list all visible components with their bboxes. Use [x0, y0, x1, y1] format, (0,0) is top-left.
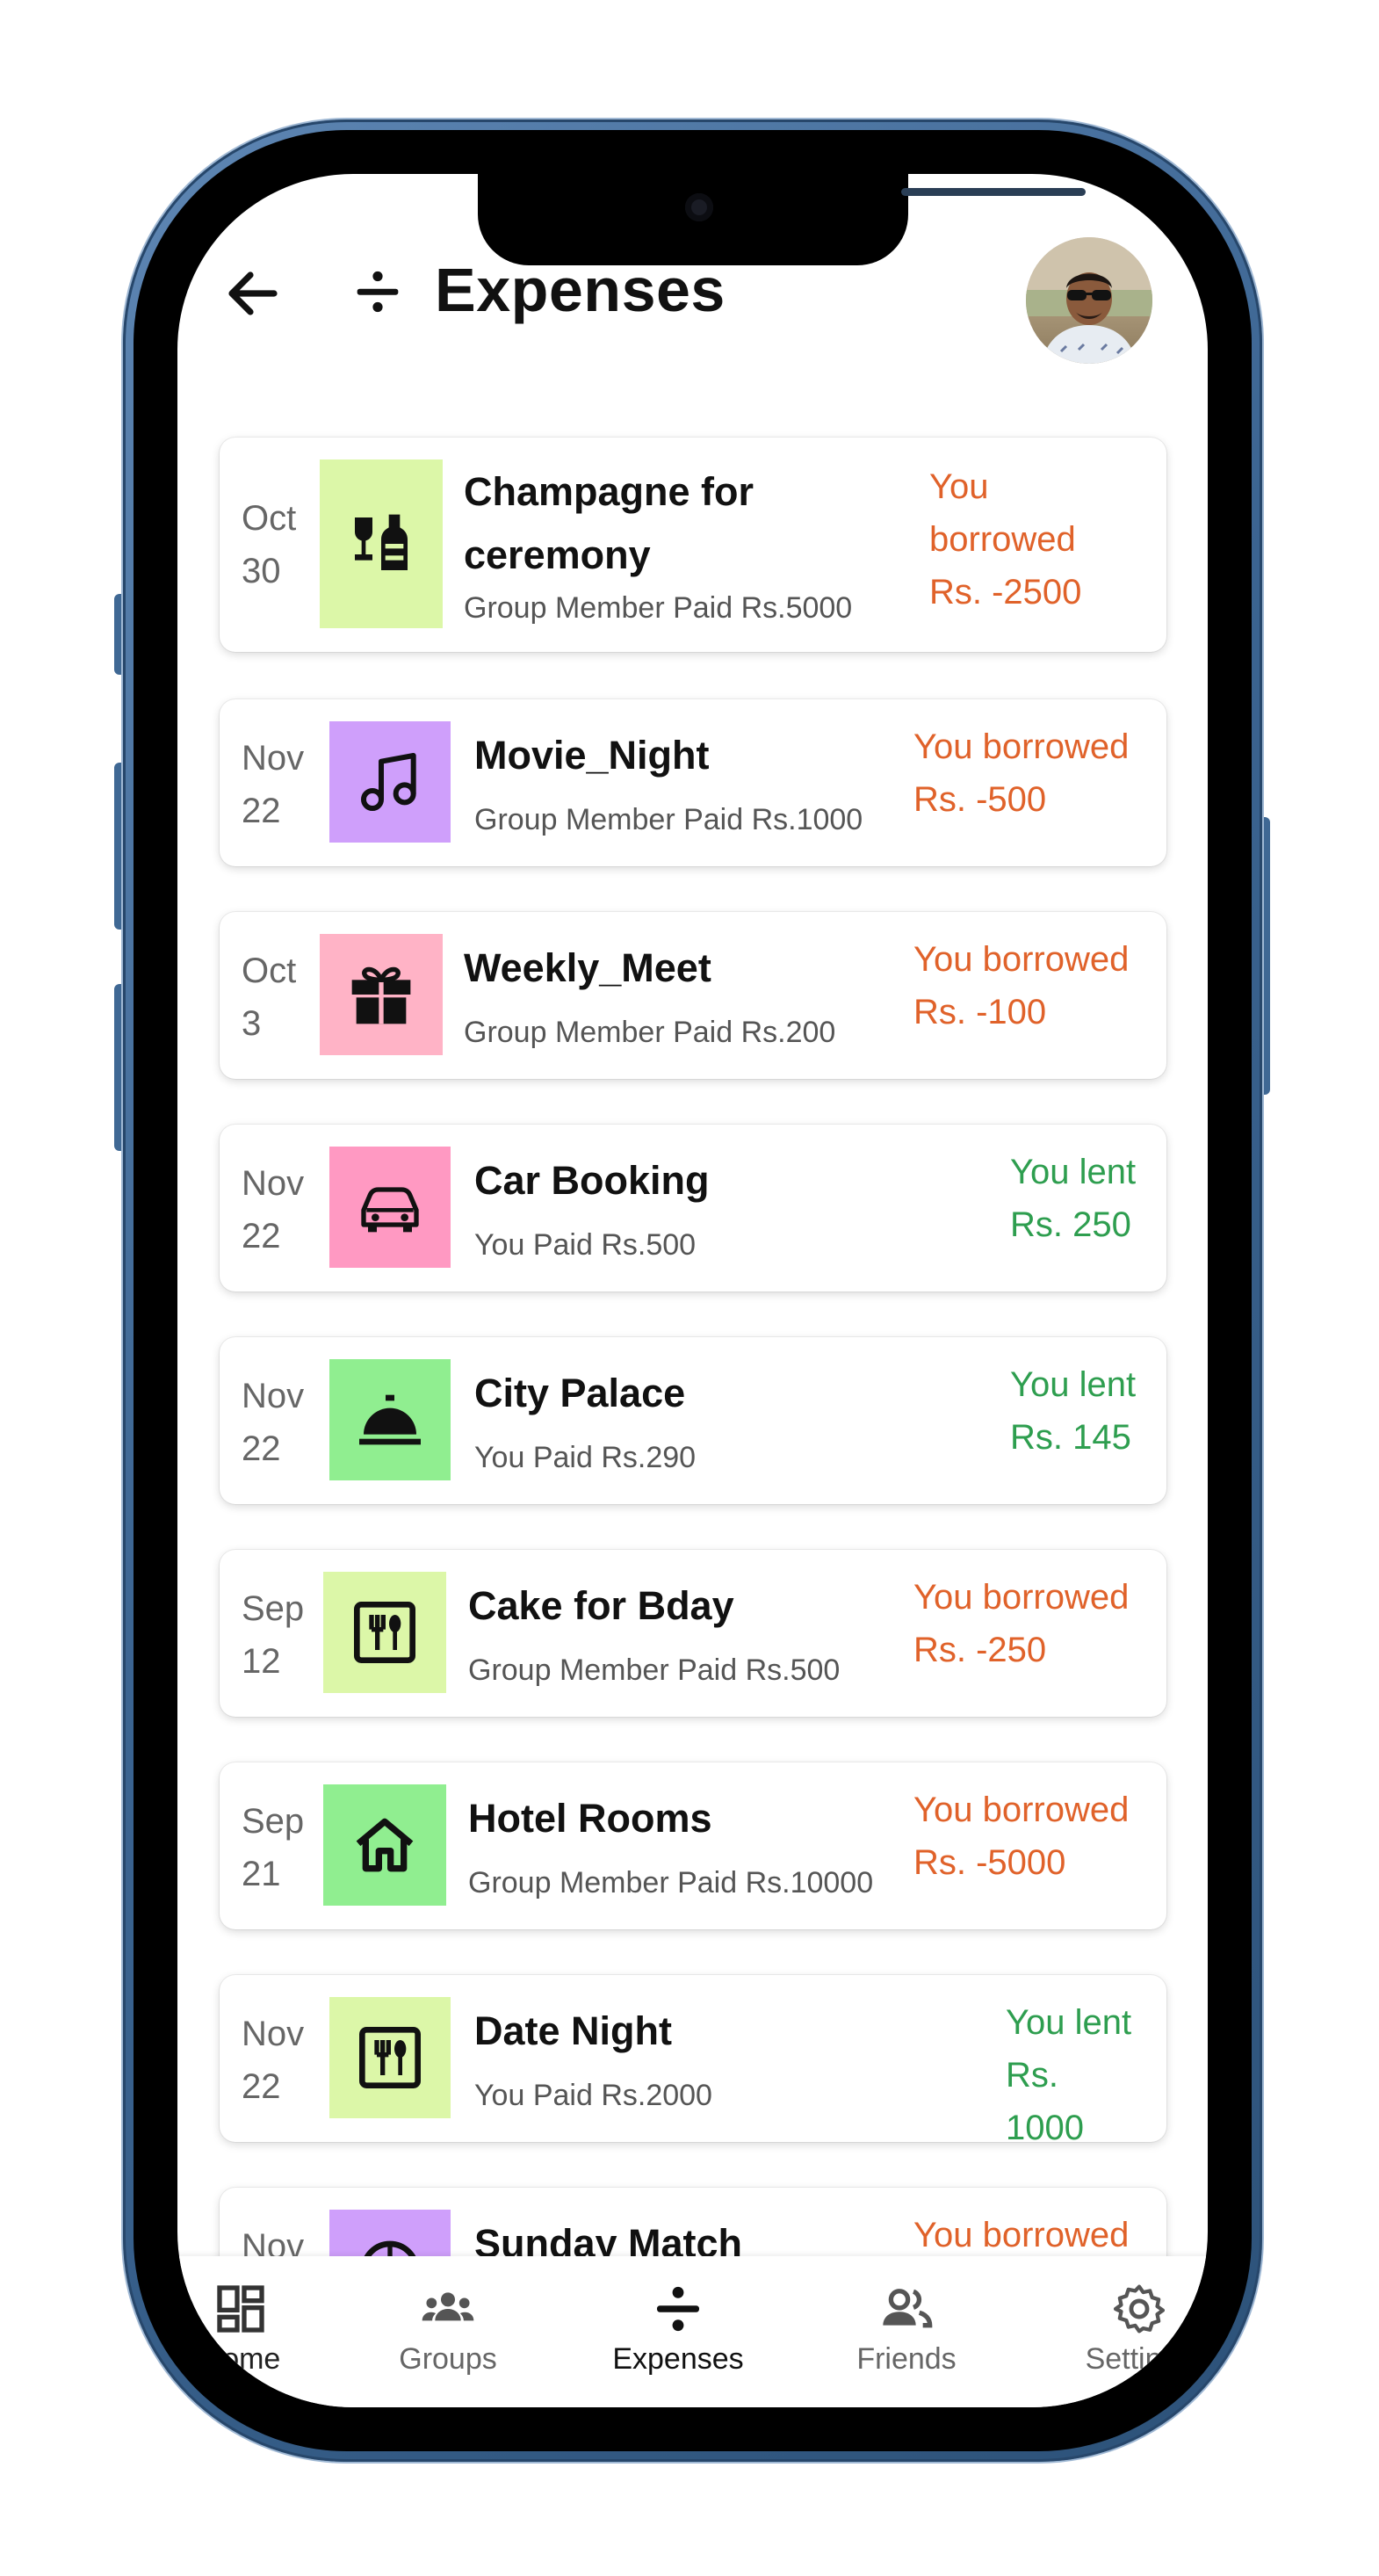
speaker-grille — [901, 188, 1086, 196]
gift-icon — [351, 966, 411, 1024]
expense-date: Nov 22 — [242, 1164, 305, 1255]
groups-icon — [422, 2292, 474, 2321]
restaurant-icon — [354, 1602, 415, 1663]
nav-label: Expenses — [612, 2342, 744, 2376]
expense-paid-by: Group Member Paid Rs.10000 — [468, 1866, 874, 1899]
expense-category-tile — [323, 1784, 446, 1906]
expense-category-tile — [320, 459, 443, 628]
expense-category-tile — [329, 1359, 451, 1480]
expense-paid-by: Group Member Paid Rs.500 — [468, 1653, 841, 1687]
expense-card[interactable]: Nov 22 Car Booking You Paid Rs.500 You l… — [220, 1125, 1166, 1292]
music-note-icon — [361, 753, 416, 811]
expense-balance: You borrowed Rs. -5000 — [913, 1791, 1130, 1882]
expense-name: Cake for Bday — [468, 1583, 734, 1628]
divide-icon — [657, 2286, 699, 2332]
expense-paid-by: You Paid Rs.2000 — [474, 2079, 712, 2112]
expense-name: Champagne for ceremony — [464, 469, 754, 577]
expense-card[interactable]: Sep 12 Cake for Bday Group Member Paid R… — [220, 1550, 1166, 1717]
nav-label: Home — [200, 2342, 281, 2376]
expense-balance: You borrowed Rs. -250 — [913, 1578, 1130, 1669]
expense-paid-by: Group Member Paid Rs.200 — [464, 1016, 836, 1049]
expense-name: Hotel Rooms — [468, 1796, 712, 1841]
expense-date: Nov 22 — [242, 2015, 305, 2106]
nav-expenses[interactable]: Expenses — [608, 2281, 748, 2377]
expense-name: Date Night — [474, 2008, 672, 2053]
friends-icon — [883, 2289, 933, 2328]
home-icon — [356, 1818, 414, 1872]
nav-groups[interactable]: Groups — [378, 2281, 518, 2377]
expense-category-tile — [320, 934, 443, 1055]
expense-balance: You borrowed Rs. -100 — [913, 940, 1130, 1031]
expense-date: Sep 21 — [242, 1802, 305, 1893]
restaurant-icon — [359, 2027, 421, 2088]
expense-name: Movie_Night — [474, 733, 710, 778]
expense-balance: You lent Rs. 1000 — [1006, 2003, 1132, 2147]
nav-label: Settings — [1085, 2342, 1194, 2376]
expense-paid-by: Group Member Paid Rs.1000 — [474, 803, 863, 836]
expense-paid-by: You Paid Rs.290 — [474, 1441, 697, 1474]
expense-balance: You lent Rs. 250 — [1010, 1153, 1137, 1244]
nav-label: Groups — [399, 2342, 497, 2376]
expense-date: Sep 12 — [242, 1589, 305, 1681]
expense-balance: You lent Rs. 145 — [1010, 1365, 1137, 1457]
expense-name: Weekly_Meet — [464, 945, 711, 990]
expense-balance: You borrowed Rs. -500 — [913, 727, 1130, 819]
expense-category-tile — [329, 1147, 451, 1268]
divide-icon — [357, 271, 399, 313]
nav-label: Friends — [856, 2342, 957, 2376]
expense-date: Oct 30 — [242, 499, 297, 590]
page-title: Expenses — [435, 256, 726, 324]
expense-card[interactable]: Nov 22 Movie_Night Group Member Paid Rs.… — [220, 699, 1166, 866]
nav-friends[interactable]: Friends — [836, 2281, 977, 2377]
expense-balance: You borrowed — [913, 2216, 1130, 2254]
front-camera — [685, 193, 713, 221]
expense-name: Car Booking — [474, 1158, 710, 1203]
wine-bottle-icon — [355, 514, 408, 570]
expense-date: Oct 3 — [242, 952, 297, 1043]
expense-card[interactable]: Nov 22 Date Night You Paid Rs.2000 You l… — [220, 1975, 1166, 2147]
bottom-nav: Home Groups Expenses Friends Settings — [177, 2256, 1208, 2407]
nav-settings[interactable]: Settings — [1069, 2281, 1208, 2377]
expense-category-tile — [329, 1997, 451, 2118]
notch — [478, 174, 1086, 265]
expense-date: Nov 22 — [242, 739, 305, 830]
arrow-left-icon[interactable] — [221, 262, 285, 325]
expense-card[interactable]: Sep 21 Hotel Rooms Group Member Paid Rs.… — [220, 1762, 1166, 1929]
expense-name: City Palace — [474, 1371, 686, 1415]
user-avatar[interactable] — [1026, 237, 1152, 364]
expense-category-tile — [323, 1572, 446, 1693]
expense-card[interactable]: Nov 22 City Palace You Paid Rs.290 You l… — [220, 1337, 1166, 1504]
expense-category-tile — [329, 721, 451, 843]
expense-card[interactable]: Oct 3 Weekly_Meet Group Member Paid Rs.2… — [220, 912, 1166, 1079]
expense-date: Nov 22 — [242, 1377, 305, 1468]
expense-balance: You borrowed Rs. -2500 — [929, 467, 1082, 611]
service-bell-icon — [359, 1394, 421, 1445]
nav-home[interactable]: Home — [177, 2281, 311, 2377]
car-icon — [361, 1187, 419, 1233]
gear-icon — [1113, 2284, 1166, 2334]
screen: Expenses Oct 30 Champagne for ceremony G… — [177, 174, 1208, 2407]
expense-card[interactable]: Oct 30 Champagne for ceremony Group Memb… — [220, 438, 1166, 652]
expense-paid-by: You Paid Rs.500 — [474, 1228, 697, 1262]
expense-paid-by: Group Member Paid Rs.5000 — [464, 591, 853, 625]
dashboard-icon — [217, 2285, 264, 2333]
